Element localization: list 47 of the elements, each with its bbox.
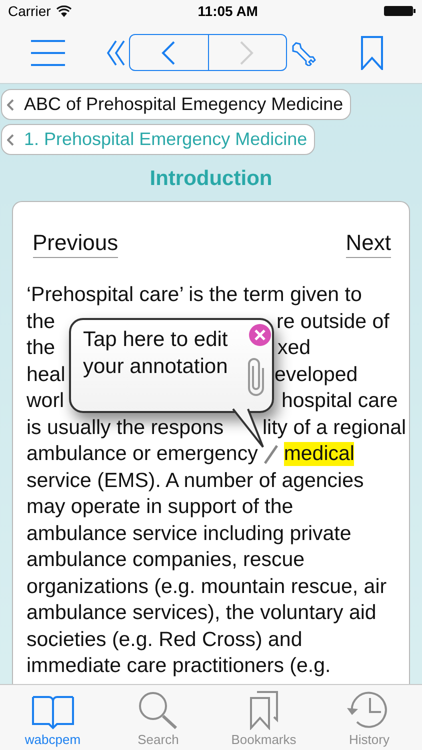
tab-bar-item[interactable]: wabcpem — [0, 685, 106, 750]
body-text: societies (e.g. Red Cross) and — [26, 628, 302, 652]
popup-tail — [232, 408, 264, 448]
body-text: ‘Prehospital care’ is the term given to — [26, 283, 362, 308]
highlighted-text[interactable]: medical — [284, 442, 354, 466]
chevron-left-icon — [160, 40, 177, 64]
annotation-text[interactable]: Tap here to edit your annotation — [83, 326, 243, 380]
body-text: organizations (e.g. mountain rescue, air — [26, 574, 387, 599]
clock-time: 11:05 AM — [198, 3, 258, 19]
bookmark-icon[interactable] — [360, 36, 384, 70]
double-chevron-icon[interactable] — [106, 40, 126, 66]
menu-icon[interactable] — [30, 38, 66, 66]
annotation-popup[interactable]: Tap here to edit your annotation — [69, 318, 274, 413]
body-text: ambulance or emergency — [26, 442, 258, 466]
book-icon — [30, 694, 75, 730]
body-text: immediate care practitioners (e.g. — [26, 654, 331, 678]
body-text: the — [26, 336, 55, 360]
section-title: Introduction — [148, 167, 274, 191]
body-text: is usually the respons — [26, 416, 224, 440]
next-link[interactable]: Next — [346, 230, 391, 258]
body-text: lity of a regional — [262, 414, 406, 440]
wifi-icon — [56, 5, 72, 17]
close-icon[interactable] — [248, 323, 272, 347]
body-text: xed — [278, 335, 311, 361]
carrier-label: Carrier — [8, 3, 72, 19]
wrench-icon[interactable] — [290, 40, 316, 66]
body-text: hospital care — [282, 388, 398, 414]
chevron-left-icon — [7, 134, 14, 146]
chevron-left-icon — [7, 98, 14, 110]
body-text: ambulance service including private — [26, 522, 352, 546]
pencil-icon[interactable] — [264, 444, 278, 464]
body-text: the — [26, 310, 55, 334]
body-text: worl — [26, 389, 64, 414]
battery-icon — [384, 5, 416, 17]
body-text: service (EMS). A number of agencies — [26, 468, 364, 493]
previous-link[interactable]: Previous — [32, 230, 118, 258]
body-text: re outside of — [276, 308, 390, 334]
body-text: may operate in support of the — [26, 495, 294, 520]
body-text: ambulance services), the voluntary aid — [26, 601, 376, 626]
paperclip-icon[interactable] — [248, 358, 264, 396]
body-text: heal — [26, 362, 66, 387]
search-icon — [137, 690, 180, 730]
breadcrumb-button[interactable]: ABC of Prehospital Emegency Medicine — [1, 89, 352, 120]
body-text: eveloped — [274, 362, 358, 388]
chevron-right-icon — [239, 40, 256, 64]
body-text: ambulance companies, rescue — [26, 548, 305, 572]
bookmarks-icon — [248, 690, 279, 730]
